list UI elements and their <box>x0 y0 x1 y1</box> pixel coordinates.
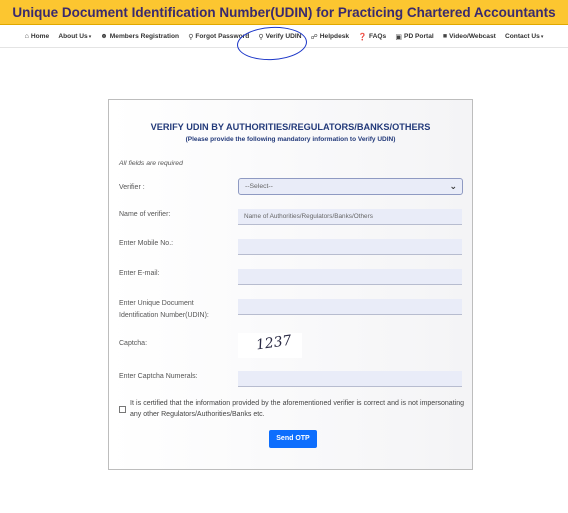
search-icon: ⚲ <box>258 33 264 41</box>
nav-video-label: Video/Webcast <box>449 33 496 40</box>
form-subtitle: (Please provide the following mandatory … <box>185 136 396 143</box>
key-icon: ⚲ <box>188 33 194 41</box>
verifier-label: Verifier : <box>119 184 145 191</box>
email-input[interactable] <box>238 269 462 285</box>
nav-forgot-password[interactable]: ⚲ Forgot Password <box>188 33 249 41</box>
required-note: All fields are required <box>119 160 183 167</box>
nav-members-registration[interactable]: ☻ Members Registration <box>100 33 179 40</box>
verifier-name-input[interactable]: Name of Authorities/Regulators/Banks/Oth… <box>238 209 462 225</box>
nav-members-label: Members Registration <box>109 33 180 40</box>
nav-forgot-label: Forgot Password <box>195 33 250 40</box>
nav-verify-udin[interactable]: ⚲ Verify UDIN <box>258 33 301 41</box>
verifier-name-placeholder: Name of Authorities/Regulators/Banks/Oth… <box>244 213 373 220</box>
certify-checkbox[interactable] <box>119 406 126 413</box>
nav-helpdesk[interactable]: ☍ Helpdesk <box>311 33 349 41</box>
send-otp-button[interactable]: Send OTP <box>269 430 317 448</box>
udin-label-line2: Identification Number(UDIN): <box>119 312 209 319</box>
nav-home-label: Home <box>30 33 50 40</box>
name-label: Name of verifier: <box>119 211 171 218</box>
udin-label-line1: Enter Unique Document <box>119 300 194 307</box>
verify-udin-form: VERIFY UDIN BY AUTHORITIES/REGULATORS/BA… <box>108 99 473 470</box>
user-plus-icon: ☻ <box>100 33 108 40</box>
home-icon: ⌂ <box>24 33 29 40</box>
page-banner: Unique Document Identification Number(UD… <box>0 0 568 25</box>
verifier-selected-value: --Select-- <box>245 183 273 190</box>
video-camera-icon: ■ <box>442 33 448 40</box>
nav-pd-label: PD Portal <box>404 33 434 40</box>
caret-down-icon: ▾ <box>540 33 544 40</box>
form-title: VERIFY UDIN BY AUTHORITIES/REGULATORS/BA… <box>150 122 431 132</box>
certify-text: It is certified that the information pro… <box>130 400 464 418</box>
nav-verify-label: Verify UDIN <box>265 33 302 40</box>
mobile-label: Enter Mobile No.: <box>119 240 174 247</box>
nav-contact-label: Contact Us <box>505 33 540 40</box>
captcha-text: 1237 <box>255 332 293 354</box>
chevron-down-icon: ⌄ <box>449 181 457 191</box>
monitor-icon: ▣ <box>395 33 403 41</box>
handshake-icon: ☍ <box>310 33 318 41</box>
nav-helpdesk-label: Helpdesk <box>319 33 350 40</box>
captcha-label: Captcha: <box>119 340 148 347</box>
nav-home[interactable]: ⌂ Home <box>25 33 50 40</box>
banner-title: Unique Document Identification Number(UD… <box>12 5 556 20</box>
caret-down-icon: ▾ <box>88 33 92 40</box>
nav-video-webcast[interactable]: ■ Video/Webcast <box>443 33 496 40</box>
nav-about-label: About Us <box>58 33 88 40</box>
nav-faqs[interactable]: ❓ FAQs <box>358 33 386 41</box>
captcha-input-label: Enter Captcha Numerals: <box>119 373 198 380</box>
nav-faqs-label: FAQs <box>369 33 387 40</box>
udin-input[interactable] <box>238 299 462 315</box>
nav-pd-portal[interactable]: ▣ PD Portal <box>395 33 433 41</box>
main-nav: ⌂ Home About Us ▾ ☻ Members Registration… <box>0 26 568 48</box>
question-circle-icon: ❓ <box>358 33 367 41</box>
captcha-input[interactable] <box>238 371 462 387</box>
verifier-select[interactable]: --Select-- ⌄ <box>238 178 463 195</box>
nav-about[interactable]: About Us ▾ <box>58 33 91 40</box>
mobile-input[interactable] <box>238 239 462 255</box>
captcha-image: 1237 <box>238 333 302 358</box>
email-label: Enter E-mail: <box>119 270 160 277</box>
nav-contact[interactable]: Contact Us ▾ <box>505 33 543 40</box>
